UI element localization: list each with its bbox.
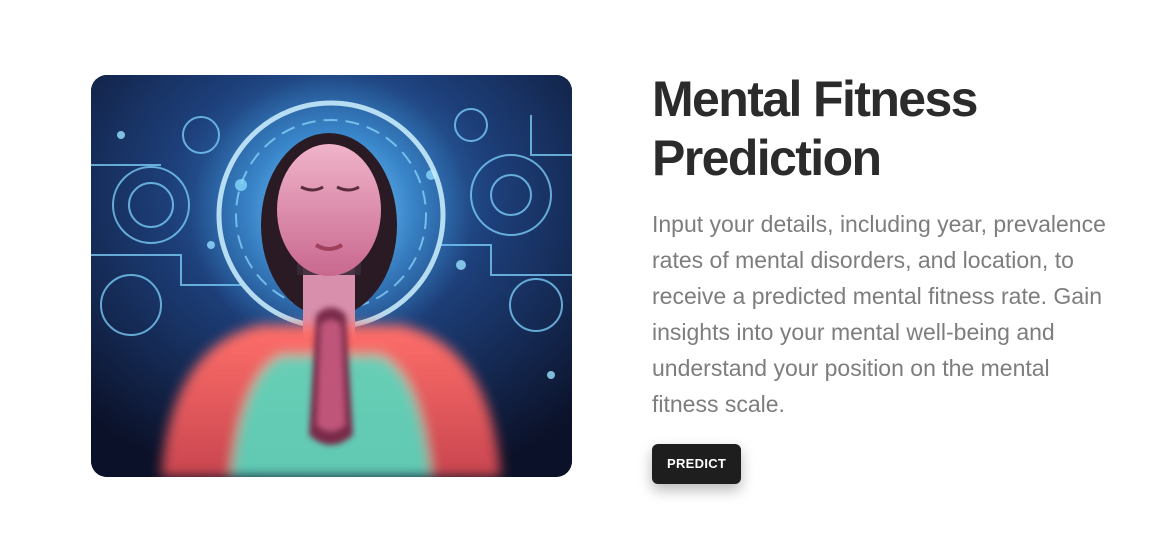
hero-section: Mental Fitness Prediction Input your det… xyxy=(0,0,1175,537)
hero-content: Mental Fitness Prediction Input your det… xyxy=(652,70,1132,484)
predict-button[interactable]: PREDICT xyxy=(652,444,742,484)
page-title: Mental Fitness Prediction xyxy=(652,71,978,186)
meditation-illustration xyxy=(91,75,572,477)
hero-description: Input your details, including year, prev… xyxy=(652,211,1106,417)
hero-image xyxy=(91,75,572,477)
